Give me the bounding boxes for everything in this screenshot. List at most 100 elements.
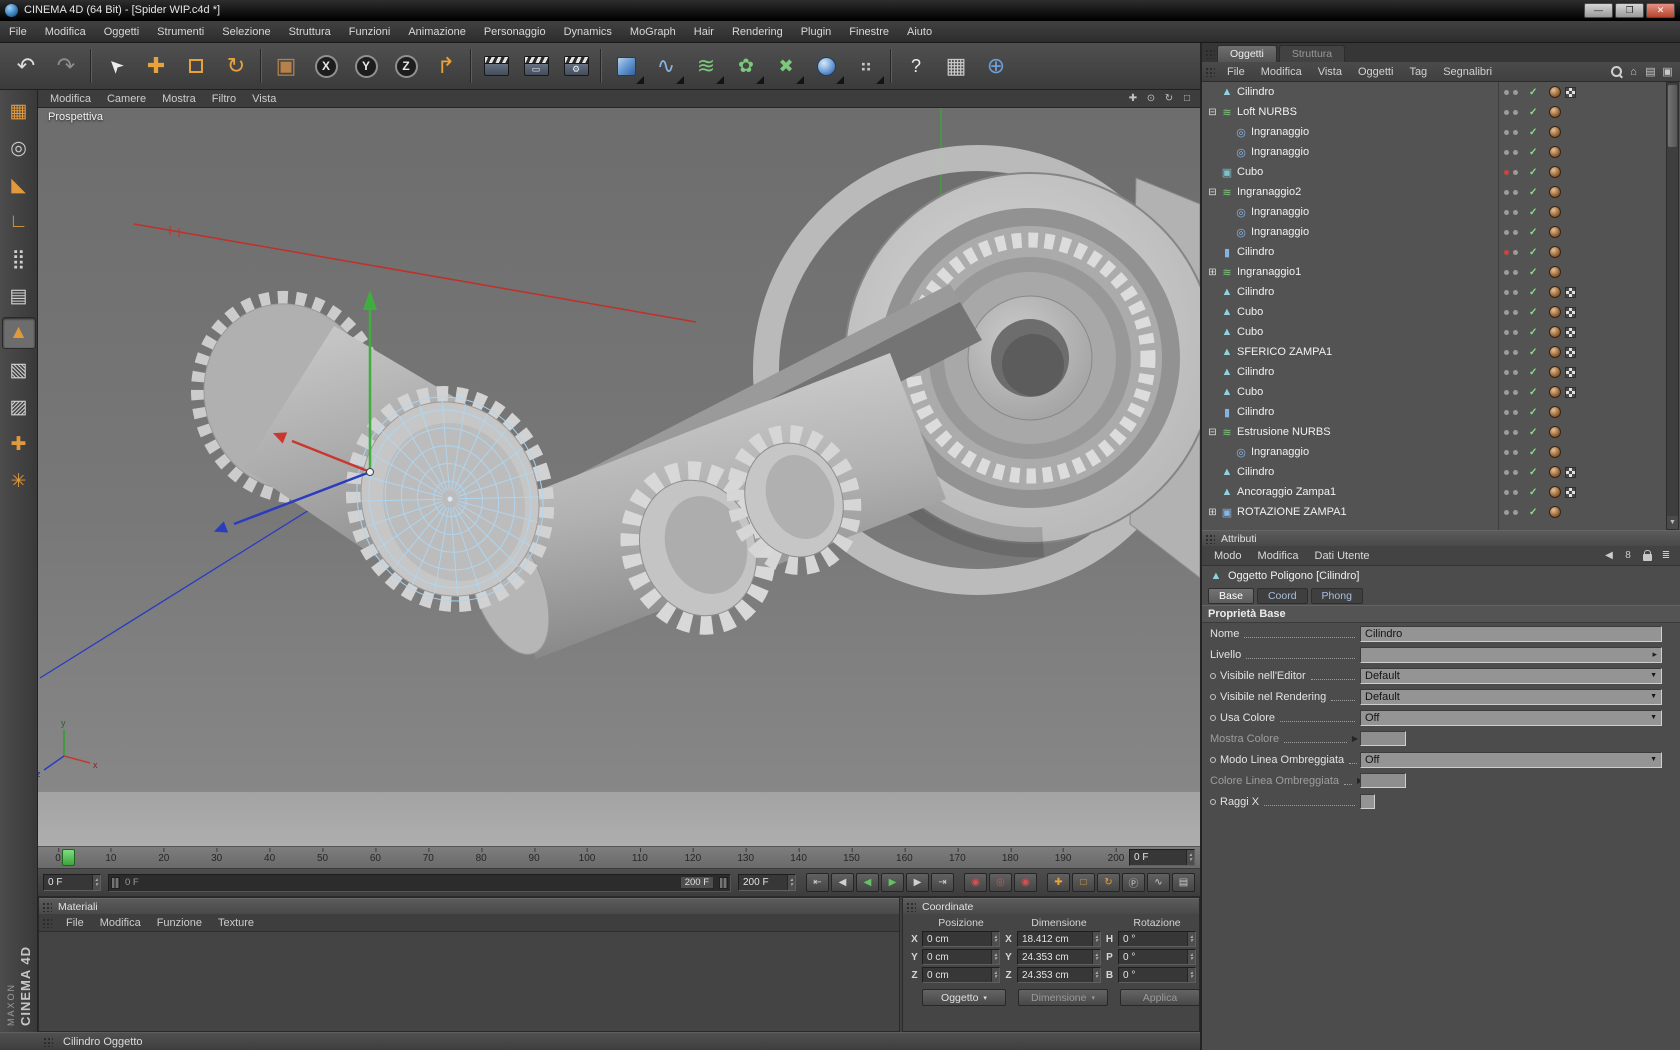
enable-check-icon[interactable]: ✓ — [1529, 467, 1537, 478]
material-tag-icon[interactable] — [1549, 386, 1561, 398]
uvw-tag-icon[interactable] — [1565, 346, 1576, 358]
visibility-dots[interactable] — [1502, 109, 1520, 115]
visibility-dots[interactable] — [1502, 369, 1520, 375]
record-rotation-toggle[interactable]: ↻ — [1097, 873, 1120, 892]
visibility-dots[interactable] — [1502, 129, 1520, 135]
polygons-mode-button[interactable]: ▲ — [1, 317, 36, 349]
object-item-cubo[interactable]: ▲ Cubo ✓ — [1202, 302, 1680, 322]
rotate-view-icon[interactable]: ↻ — [1160, 91, 1178, 106]
material-tag-icon[interactable] — [1549, 206, 1561, 218]
materials-menu-texture[interactable]: Texture — [210, 915, 262, 931]
material-tag-icon[interactable] — [1549, 506, 1561, 518]
viewport-canvas[interactable]: y x z Prospettiva — [38, 108, 1200, 846]
material-tag-icon[interactable] — [1549, 126, 1561, 138]
stepper-icon[interactable]: ▴ ▾ — [92, 875, 100, 890]
visibility-dots[interactable] — [1502, 269, 1520, 275]
om-menu-segnalibri[interactable]: Segnalibri — [1435, 64, 1500, 80]
enable-check-icon[interactable]: ✓ — [1529, 107, 1537, 118]
add-deformer-button[interactable]: ✖ — [766, 46, 806, 86]
range-left-handle[interactable] — [111, 876, 120, 889]
coord-field-pos-z[interactable]: 0 cm ▴ ▾ — [922, 967, 1000, 983]
enable-check-icon[interactable]: ✓ — [1529, 187, 1537, 198]
material-tag-icon[interactable] — [1549, 186, 1561, 198]
om-menu-oggetti[interactable]: Oggetti — [1350, 64, 1401, 80]
subtab-coord[interactable]: Coord — [1256, 587, 1308, 604]
visibility-dots[interactable] — [1502, 469, 1520, 475]
enable-check-icon[interactable]: ✓ — [1529, 307, 1537, 318]
goto-end-button[interactable]: ⇥ — [931, 873, 954, 892]
visibility-dots[interactable] — [1502, 329, 1520, 335]
record-parameter-toggle[interactable]: Ⓟ — [1122, 873, 1145, 892]
object-item-cubo[interactable]: ▲ Cubo ✓ — [1202, 382, 1680, 402]
frame-start-field[interactable]: 0 F ▴ ▾ — [43, 874, 101, 891]
panel-grip-icon[interactable] — [41, 901, 52, 912]
enable-check-icon[interactable]: ✓ — [1529, 487, 1537, 498]
keyframe-selection-button[interactable]: ◉ — [1014, 873, 1037, 892]
object-item-sferico-zampa1[interactable]: ▲ SFERICO ZAMPA1 ✓ — [1202, 342, 1680, 362]
stepper-icon[interactable]: ▴ ▾ — [1186, 850, 1194, 865]
material-tag-icon[interactable] — [1549, 86, 1561, 98]
redo-button[interactable]: ↷ — [46, 46, 86, 86]
material-tag-icon[interactable] — [1549, 286, 1561, 298]
visibility-dots[interactable] — [1502, 209, 1520, 215]
stepper-icon[interactable]: ▴ ▾ — [1092, 968, 1100, 982]
visibility-dots[interactable] — [1502, 149, 1520, 155]
object-item-loft-nurbs[interactable]: ⊟ ≋ Loft NURBS ✓ — [1202, 102, 1680, 122]
uvw-tag-icon[interactable] — [1565, 326, 1576, 338]
om-menu-modifica[interactable]: Modifica — [1253, 64, 1310, 80]
material-tag-icon[interactable] — [1549, 306, 1561, 318]
online-updater-button[interactable]: ⊕ — [976, 46, 1016, 86]
enable-check-icon[interactable]: ✓ — [1529, 387, 1537, 398]
menu-mograph[interactable]: MoGraph — [621, 23, 685, 41]
y-axis-lock[interactable]: Y — [346, 46, 386, 86]
enable-check-icon[interactable]: ✓ — [1529, 127, 1537, 138]
coord-field-dim-y[interactable]: 24.353 cm ▴ ▾ — [1017, 949, 1101, 965]
menu-plugin[interactable]: Plugin — [792, 23, 841, 41]
om-menu-vista[interactable]: Vista — [1310, 64, 1350, 80]
timeline-options-button[interactable]: ▤ — [1172, 873, 1195, 892]
stepper-icon[interactable]: ▴ ▾ — [1092, 950, 1100, 964]
snap-settings-button[interactable]: ✳ — [2, 465, 36, 497]
material-tag-icon[interactable] — [1549, 226, 1561, 238]
object-item-ingranaggio[interactable]: ◎ Ingranaggio ✓ — [1202, 222, 1680, 242]
panel-grip-icon[interactable] — [1204, 533, 1215, 544]
menu-dynamics[interactable]: Dynamics — [555, 23, 621, 41]
model-mode-button[interactable]: ◎ — [2, 132, 36, 164]
attr-dropdown-visibile-rendering[interactable]: Default ▼ — [1360, 688, 1662, 705]
viewport-menu-vista[interactable]: Vista — [244, 92, 284, 106]
rotate-tool[interactable]: ↻ — [216, 46, 256, 86]
attr-input-nome[interactable]: Cilindro — [1360, 625, 1662, 642]
enable-check-icon[interactable]: ✓ — [1529, 147, 1537, 158]
stepper-icon[interactable]: ▴ ▾ — [1092, 932, 1100, 946]
attr-dropdown-visibile-editor[interactable]: Default ▼ — [1360, 667, 1662, 684]
frame-end-field[interactable]: 200 F ▴ ▾ — [738, 874, 796, 891]
menu-file[interactable]: File — [0, 23, 36, 41]
visibility-dots[interactable] — [1502, 389, 1520, 395]
visibility-dots[interactable] — [1502, 349, 1520, 355]
range-right-handle[interactable] — [719, 876, 728, 889]
menu-aiuto[interactable]: Aiuto — [898, 23, 941, 41]
add-spline-button[interactable]: ∿ — [646, 46, 686, 86]
uvw-tag-icon[interactable] — [1565, 86, 1576, 98]
stepper-icon[interactable]: ▴ ▾ — [1187, 932, 1195, 946]
render-view-button[interactable] — [476, 46, 516, 86]
uvw-tag-icon[interactable] — [1565, 306, 1576, 318]
coordinate-box-tool[interactable]: ▣ — [266, 46, 306, 86]
materials-menu-modifica[interactable]: Modifica — [92, 915, 149, 931]
attr-menu-modo[interactable]: Modo — [1206, 548, 1250, 564]
anim-dot-icon[interactable] — [1210, 714, 1216, 721]
timeline-playhead[interactable] — [62, 849, 75, 866]
attr-menu-dati-utente[interactable]: Dati Utente — [1307, 548, 1378, 564]
expand-toggle-icon[interactable]: ⊟ — [1206, 187, 1219, 198]
search-icon[interactable] — [1608, 64, 1625, 79]
autokey-button[interactable]: ◎ — [989, 873, 1012, 892]
object-item-cilindro[interactable]: ▲ Cilindro ✓ — [1202, 462, 1680, 482]
help-button[interactable]: ? — [896, 46, 936, 86]
material-tag-icon[interactable] — [1549, 266, 1561, 278]
coord-field-rot-b[interactable]: 0 ° ▴ ▾ — [1118, 967, 1196, 983]
materials-menu-file[interactable]: File — [58, 915, 92, 931]
panel-grip-icon[interactable] — [905, 901, 916, 912]
enable-check-icon[interactable]: ✓ — [1529, 407, 1537, 418]
expand-toggle-icon[interactable]: ⊞ — [1206, 507, 1219, 518]
undo-button[interactable]: ↶ — [6, 46, 46, 86]
